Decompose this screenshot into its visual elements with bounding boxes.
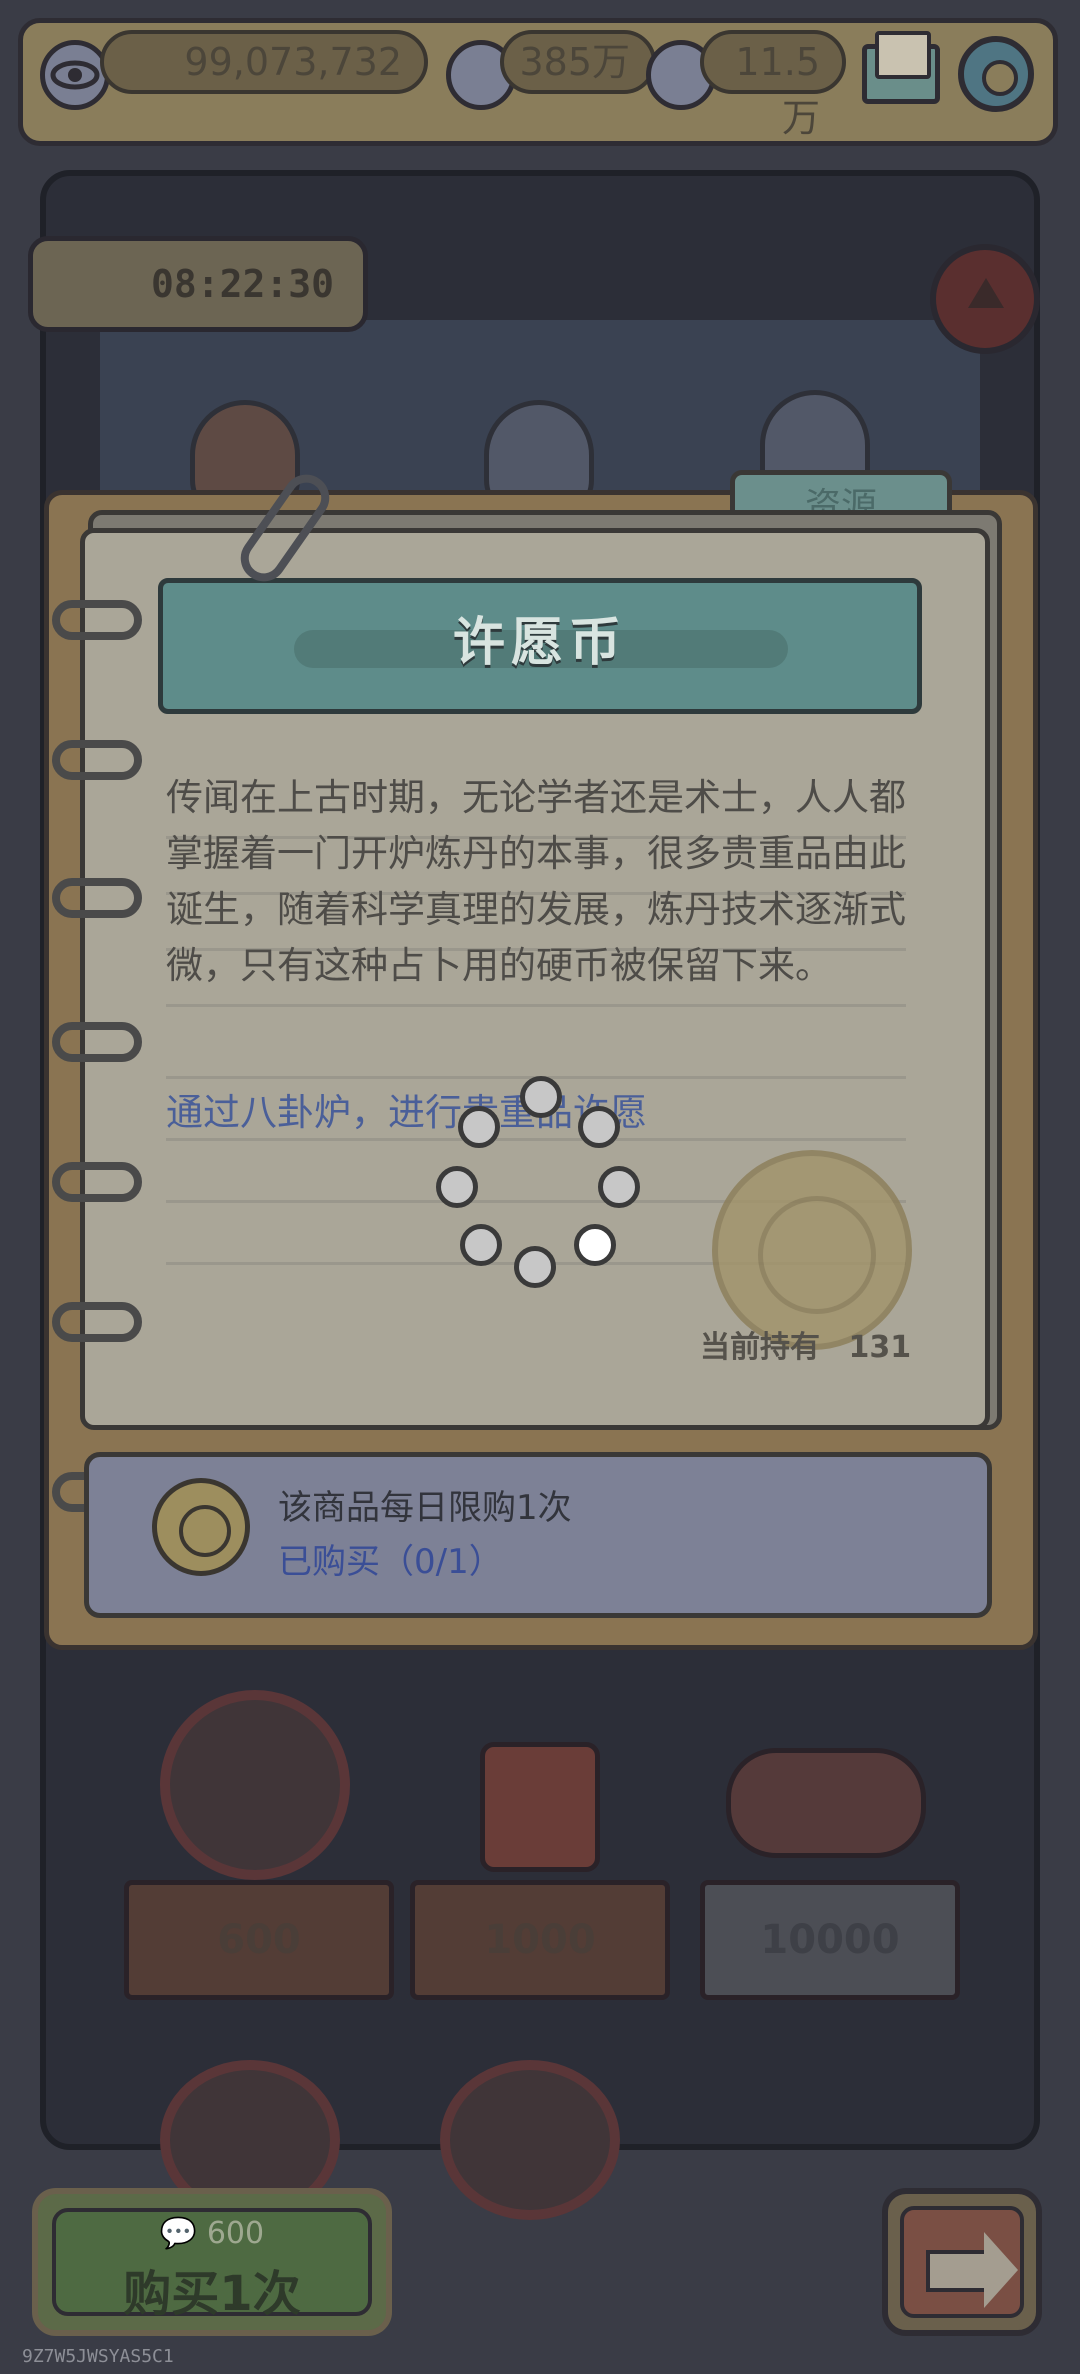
arrow-right-icon bbox=[900, 2206, 1024, 2318]
loading-dot bbox=[574, 1224, 616, 1266]
gamepad-prize-icon bbox=[726, 1748, 926, 1858]
ruled-line bbox=[166, 1004, 906, 1007]
loading-dot bbox=[514, 1246, 556, 1288]
binder-ring bbox=[52, 878, 142, 918]
view-count: 99,073,732 bbox=[100, 30, 428, 94]
buy-label: 购买1次 bbox=[123, 2266, 301, 2322]
binder-ring bbox=[52, 1302, 142, 1342]
held-value: 131 bbox=[848, 1330, 912, 1365]
item-title: 许愿币 bbox=[452, 613, 627, 673]
held-count: 当前持有 131 bbox=[700, 1322, 911, 1366]
can-prize-icon bbox=[480, 1742, 600, 1872]
buy-cost-value: 600 bbox=[206, 2216, 265, 2251]
shelf-price-10000[interactable]: 10000 bbox=[700, 1880, 960, 2000]
loading-dot bbox=[578, 1106, 620, 1148]
buy-cost: 💬 600 bbox=[38, 2216, 386, 2251]
binder-ring bbox=[52, 600, 142, 640]
device-code: 9Z7W5JWSYAS5C1 bbox=[22, 2346, 174, 2367]
shelf-price: 1000 bbox=[484, 1917, 596, 1963]
shelf-price: 10000 bbox=[760, 1917, 900, 1963]
shelf-price-1000[interactable]: 1000 bbox=[410, 1880, 670, 2000]
up-arrow-button[interactable] bbox=[930, 244, 1040, 354]
swirl-prize-icon bbox=[440, 2060, 620, 2220]
next-arrow-button[interactable] bbox=[882, 2188, 1042, 2336]
binder-ring bbox=[52, 740, 142, 780]
shelf-price: 600 bbox=[217, 1917, 301, 1963]
ruled-line bbox=[166, 1138, 906, 1141]
buy-once-button[interactable]: 💬 600 购买1次 bbox=[32, 2188, 392, 2336]
held-label: 当前持有 bbox=[700, 1330, 820, 1365]
refresh-timer: 08:22:30 bbox=[28, 236, 368, 332]
binder-ring bbox=[52, 1022, 142, 1062]
yin-yang-coin-icon bbox=[712, 1150, 912, 1350]
loading-dot bbox=[458, 1106, 500, 1148]
eye-icon bbox=[40, 40, 110, 110]
ghost-currency: 385万 bbox=[500, 30, 656, 94]
source-link[interactable]: 通过八卦炉，进行贵重品许愿 bbox=[166, 1082, 647, 1136]
speech-bubble-icon: 💬 bbox=[159, 2216, 198, 2251]
loading-dot bbox=[436, 1166, 478, 1208]
loading-dot bbox=[598, 1166, 640, 1208]
binder-ring bbox=[52, 1162, 142, 1202]
mail-icon[interactable] bbox=[862, 31, 940, 104]
loading-dot bbox=[460, 1224, 502, 1266]
loading-dot bbox=[520, 1076, 562, 1118]
bought-status: 已购买（0/1） bbox=[278, 1542, 503, 1582]
daily-limit-text: 该商品每日限购1次 bbox=[278, 1488, 572, 1528]
shelf-price-600[interactable]: 600 bbox=[124, 1880, 394, 2000]
gear-icon[interactable] bbox=[958, 36, 1034, 112]
item-description: 传闻在上古时期，无论学者还是术士，人人都掌握着一门开炉炼丹的本事，很多贵重品由此… bbox=[166, 776, 906, 987]
swirl-prize-icon bbox=[160, 1690, 350, 1880]
yin-yang-coin-icon bbox=[152, 1478, 250, 1576]
chat-currency: 11.5万 bbox=[700, 30, 846, 140]
